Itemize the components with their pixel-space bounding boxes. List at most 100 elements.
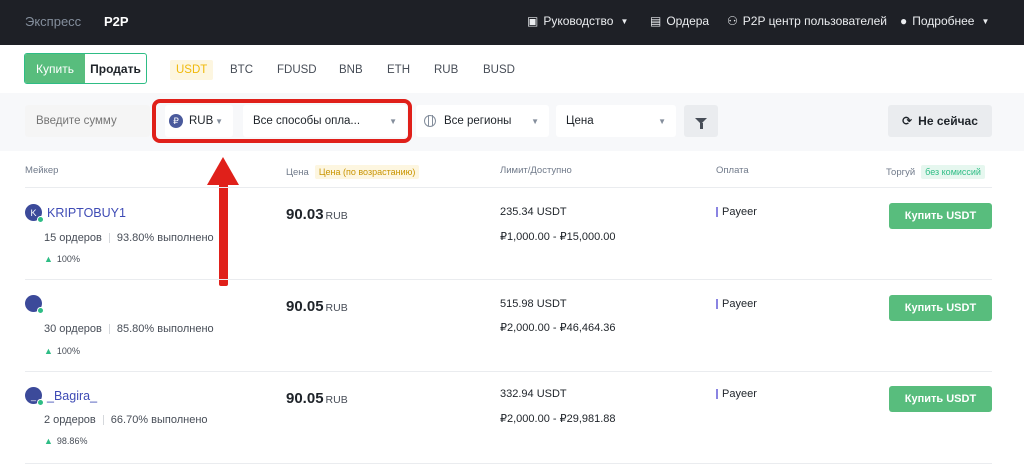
chevron-down-icon: ▼ bbox=[981, 16, 990, 26]
price: 90.05 RUB bbox=[286, 298, 348, 315]
header-payment: Оплата bbox=[716, 165, 749, 176]
header-maker: Мейкер bbox=[25, 165, 59, 176]
coin-tab-usdt[interactable]: USDT bbox=[170, 60, 214, 80]
limit-range: ₽2,000.00 - ₽29,981.88 bbox=[500, 413, 616, 425]
available-amount: 332.94 USDT bbox=[500, 388, 567, 400]
price-currency: RUB bbox=[325, 302, 348, 314]
limit-range: ₽1,000.00 - ₽15,000.00 bbox=[500, 231, 616, 243]
thumbs-up-icon: ▲ bbox=[44, 436, 53, 446]
top-navigation-bar: Экспресс P2P ▣ Руководство ▼ ▤ Ордера ⚇ … bbox=[0, 0, 1024, 45]
table-row: K KRIPTOBUY1 15 ордеров 93.80% выполнено… bbox=[0, 188, 1024, 280]
nav-user-center-label: P2P центр пользователей bbox=[742, 14, 887, 28]
amount-input[interactable] bbox=[25, 105, 150, 137]
coin-tab-bnb[interactable]: BNB bbox=[339, 60, 363, 80]
buy-sell-toggle: Купить Продать bbox=[24, 53, 147, 84]
price-sort-badge[interactable]: Цена (по возрастанию) bbox=[314, 165, 420, 179]
maker-stats: 15 ордеров 93.80% выполнено bbox=[44, 232, 214, 244]
chevron-down-icon: ▼ bbox=[531, 116, 539, 126]
positive-rating: ▲ 100% bbox=[44, 346, 80, 356]
nav-orders[interactable]: ▤ Ордера bbox=[650, 14, 709, 28]
orders-count: 2 ордеров bbox=[44, 414, 96, 426]
buy-usdt-button[interactable]: Купить USDT bbox=[889, 203, 992, 229]
payment-method-label: Payeer bbox=[722, 298, 757, 310]
coin-tab-btc[interactable]: BTC bbox=[230, 60, 253, 80]
tab-express[interactable]: Экспресс bbox=[25, 14, 81, 29]
completion-rate: 66.70% выполнено bbox=[110, 414, 208, 426]
document-icon: ▤ bbox=[650, 14, 662, 28]
chevron-down-icon: ▼ bbox=[658, 116, 666, 126]
globe-icon bbox=[424, 115, 436, 127]
online-status-icon bbox=[37, 399, 44, 406]
avatar-letter: K bbox=[30, 207, 37, 218]
more-icon: ● bbox=[900, 14, 908, 28]
positive-rating: ▲ 98.86% bbox=[44, 436, 87, 446]
available-amount: 515.98 USDT bbox=[500, 298, 567, 310]
price-value: 90.05 bbox=[286, 390, 324, 407]
payment-method: Payeer bbox=[716, 298, 757, 310]
maker-name[interactable]: _Bagira_ bbox=[47, 389, 97, 403]
online-status-icon bbox=[37, 216, 44, 223]
divider bbox=[108, 233, 110, 243]
nav-user-center[interactable]: ⚇ P2P центр пользователей bbox=[727, 14, 887, 28]
completion-rate: 93.80% выполнено bbox=[116, 232, 214, 244]
price: 90.05 RUB bbox=[286, 390, 348, 407]
users-icon: ⚇ bbox=[727, 14, 738, 28]
price-currency: RUB bbox=[325, 210, 348, 222]
nav-guide[interactable]: ▣ Руководство ▼ bbox=[527, 14, 628, 28]
avatar: _ bbox=[25, 387, 44, 406]
header-price: Цена Цена (по возрастанию) bbox=[286, 165, 420, 179]
rating-value: 100% bbox=[56, 346, 80, 356]
positive-rating: ▲ 100% bbox=[44, 254, 80, 264]
avatar-letter: _ bbox=[30, 390, 36, 401]
refresh-button[interactable]: ⟳ Не сейчас bbox=[888, 105, 992, 137]
payment-method: Payeer bbox=[716, 388, 757, 400]
price-currency: RUB bbox=[325, 394, 348, 406]
rating-value: 100% bbox=[56, 254, 80, 264]
payment-method: Payeer bbox=[716, 206, 757, 218]
chevron-down-icon: ▼ bbox=[620, 16, 629, 26]
tab-p2p[interactable]: P2P bbox=[104, 14, 129, 29]
payeer-icon bbox=[716, 207, 718, 217]
payment-method-label: Payeer bbox=[722, 388, 757, 400]
available-amount: 235.34 USDT bbox=[500, 206, 567, 218]
coin-tab-fdusd[interactable]: FDUSD bbox=[277, 60, 317, 80]
sort-select[interactable]: Цена ▼ bbox=[556, 105, 676, 137]
completion-rate: 85.80% выполнено bbox=[116, 323, 214, 335]
region-select-value: Все регионы bbox=[444, 115, 512, 127]
filter-button[interactable] bbox=[684, 105, 718, 137]
thumbs-up-icon: ▲ bbox=[44, 254, 53, 264]
nav-more[interactable]: ● Подробнее ▼ bbox=[900, 14, 989, 28]
nav-orders-label: Ордера bbox=[666, 14, 710, 28]
buy-usdt-button[interactable]: Купить USDT bbox=[889, 295, 992, 321]
sell-tab[interactable]: Продать bbox=[85, 54, 146, 83]
header-limit: Лимит/Доступно bbox=[500, 165, 572, 176]
divider bbox=[108, 324, 110, 334]
region-select[interactable]: Все регионы ▼ bbox=[416, 105, 549, 137]
highlight-box bbox=[152, 99, 412, 143]
zero-fee-badge: без комиссий bbox=[921, 165, 985, 179]
buy-usdt-button[interactable]: Купить USDT bbox=[889, 386, 992, 412]
coin-tab-busd[interactable]: BUSD bbox=[483, 60, 515, 80]
sort-select-value: Цена bbox=[566, 115, 594, 127]
header-trade-label: Торгуй bbox=[886, 166, 916, 178]
book-icon: ▣ bbox=[527, 14, 539, 28]
maker-stats: 30 ордеров 85.80% выполнено bbox=[44, 323, 214, 335]
thumbs-up-icon: ▲ bbox=[44, 346, 53, 356]
price-value: 90.03 bbox=[286, 206, 324, 223]
avatar bbox=[25, 295, 44, 314]
price-value: 90.05 bbox=[286, 298, 324, 315]
buy-tab[interactable]: Купить bbox=[25, 54, 85, 83]
maker-name[interactable]: KRIPTOBUY1 bbox=[47, 206, 126, 220]
online-status-icon bbox=[37, 307, 44, 314]
coin-tab-eth[interactable]: ETH bbox=[387, 60, 410, 80]
payeer-icon bbox=[716, 389, 718, 399]
divider bbox=[25, 463, 992, 464]
orders-count: 30 ордеров bbox=[44, 323, 102, 335]
coin-tab-rub[interactable]: RUB bbox=[434, 60, 458, 80]
refresh-icon: ⟳ bbox=[902, 114, 913, 128]
table-row: _ _Bagira_ 2 ордеров 66.70% выполнено ▲ … bbox=[0, 372, 1024, 464]
avatar: K bbox=[25, 204, 44, 223]
table-row: 30 ордеров 85.80% выполнено ▲ 100% 90.05… bbox=[0, 280, 1024, 372]
nav-more-label: Подробнее bbox=[912, 14, 975, 28]
payeer-icon bbox=[716, 299, 718, 309]
